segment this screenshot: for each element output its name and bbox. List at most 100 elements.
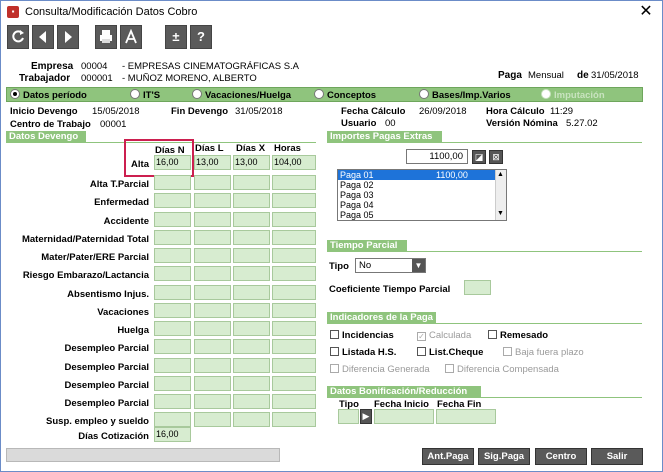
print-button[interactable] [95,25,117,49]
devengo-cell[interactable] [194,321,231,336]
chk-remesado[interactable]: Remesado [488,330,548,341]
devengo-cell[interactable] [194,394,231,409]
list-item[interactable]: Paga 03 [338,190,496,200]
devengo-cell[interactable] [272,230,316,245]
pdf-button[interactable] [120,25,142,49]
devengo-cell[interactable] [154,321,191,336]
tab-datos-periodo[interactable]: Datos período [10,89,87,101]
centro-button[interactable]: Centro [535,448,587,465]
devengo-cell[interactable] [233,321,270,336]
devengo-cell[interactable] [233,193,270,208]
devengo-cell[interactable] [154,394,191,409]
devengo-cell[interactable] [154,303,191,318]
devengo-cell[interactable] [154,175,191,190]
devengo-cell[interactable] [194,212,231,227]
devengo-cell[interactable] [154,248,191,263]
clear-button[interactable]: ⊠ [489,150,503,164]
chk-list-cheque[interactable]: List.Cheque [417,347,483,358]
devengo-cell[interactable] [233,376,270,391]
close-button[interactable]: ✕ [635,2,657,22]
scroll-down-icon[interactable]: ▼ [497,210,504,217]
devengo-cell[interactable] [194,303,231,318]
devengo-cell[interactable] [233,248,270,263]
devengo-cell[interactable] [272,412,316,427]
tab-bases-imp-varios[interactable]: Bases/Imp.Varios [419,89,511,101]
devengo-cell[interactable] [272,175,316,190]
devengo-cell[interactable] [194,230,231,245]
chevron-down-icon[interactable]: ▼ [412,259,425,272]
help-button[interactable]: ? [190,25,212,49]
list-item[interactable]: Paga 04 [338,200,496,210]
bonif-fecha-fin-cell[interactable] [436,409,496,424]
devengo-cell[interactable] [233,175,270,190]
devengo-cell[interactable] [154,412,191,427]
devengo-cell[interactable] [272,212,316,227]
devengo-cell[interactable] [194,175,231,190]
devengo-cell[interactable] [194,285,231,300]
devengo-cell[interactable] [233,339,270,354]
pagas-scrollbar[interactable]: ▲ ▼ [495,170,506,220]
devengo-cell[interactable] [233,266,270,281]
salir-button[interactable]: Salir [591,448,643,465]
devengo-cell[interactable] [194,248,231,263]
edit-button[interactable]: ◪ [472,150,486,164]
devengo-cell[interactable] [154,339,191,354]
devengo-cell[interactable] [233,303,270,318]
devengo-cell[interactable] [154,376,191,391]
devengo-cell[interactable] [272,358,316,373]
tab-vacaciones-huelga[interactable]: Vacaciones/Huelga [192,89,291,101]
devengo-cell[interactable] [154,285,191,300]
chk-incidencias[interactable]: Incidencias [330,330,394,341]
bonif-fecha-inicio-cell[interactable] [374,409,434,424]
chk-listada-hs[interactable]: Listada H.S. [330,347,396,358]
bonif-tipo-cell[interactable] [338,409,359,424]
devengo-cell[interactable] [233,285,270,300]
dias-cotizacion-value[interactable]: 16,00 [154,427,191,442]
devengo-cell[interactable] [194,376,231,391]
devengo-cell[interactable] [194,266,231,281]
list-item[interactable]: Paga 01 1100,00 [338,170,496,180]
tab-conceptos[interactable]: Conceptos [314,89,376,101]
devengo-cell[interactable] [194,193,231,208]
devengo-cell[interactable] [154,193,191,208]
alta-dias-x[interactable]: 13,00 [233,155,270,170]
devengo-cell[interactable] [154,358,191,373]
devengo-cell[interactable] [272,339,316,354]
devengo-cell[interactable] [233,412,270,427]
devengo-cell[interactable] [272,266,316,281]
tipo-select[interactable]: No ▼ [355,258,426,273]
scroll-up-icon[interactable]: ▲ [497,171,504,178]
devengo-cell[interactable] [272,248,316,263]
devengo-cell[interactable] [194,412,231,427]
refresh-button[interactable] [7,25,29,49]
devengo-cell[interactable] [272,321,316,336]
bonif-tipo-button[interactable]: ▶ [360,409,372,424]
devengo-cell[interactable] [154,212,191,227]
devengo-cell[interactable] [154,266,191,281]
devengo-cell[interactable] [272,394,316,409]
devengo-cell[interactable] [233,230,270,245]
tab-its[interactable]: IT'S [130,89,160,101]
pagas-list[interactable]: Paga 01 1100,00 Paga 02 Paga 03 Paga 04 Paga … [337,169,507,221]
devengo-cell[interactable] [233,358,270,373]
ant-paga-button[interactable]: Ant.Paga [422,448,474,465]
sig-paga-button[interactable]: Sig.Paga [478,448,530,465]
devengo-cell[interactable] [233,394,270,409]
paga-amount-input[interactable]: 1100,00 [406,149,468,164]
alta-dias-l[interactable]: 13,00 [194,155,231,170]
devengo-cell[interactable] [272,193,316,208]
devengo-cell[interactable] [272,303,316,318]
devengo-cell[interactable] [233,212,270,227]
alta-horas[interactable]: 104,00 [272,155,316,170]
list-item[interactable]: Paga 02 [338,180,496,190]
coeficiente-input[interactable] [464,280,491,295]
devengo-cell[interactable] [154,230,191,245]
list-item[interactable]: Paga 05 [338,210,496,220]
next-button[interactable] [57,25,79,49]
devengo-cell[interactable] [194,358,231,373]
devengo-cell[interactable] [272,376,316,391]
devengo-cell[interactable] [194,339,231,354]
plus-minus-button[interactable]: ± [165,25,187,49]
prev-button[interactable] [32,25,54,49]
devengo-cell[interactable] [272,285,316,300]
